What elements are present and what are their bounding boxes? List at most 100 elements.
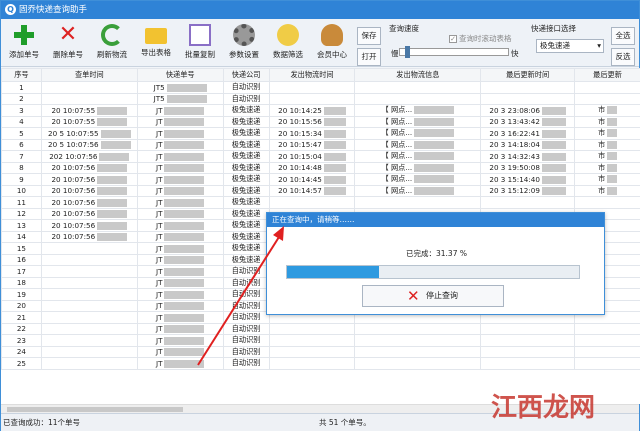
redacted-blur — [324, 164, 346, 172]
column-header[interactable]: 快递单号 — [137, 69, 223, 82]
cell-text: 20 10:07:56 — [51, 232, 95, 241]
add-number-button[interactable]: 添加单号 — [3, 22, 45, 64]
table-row[interactable]: 1120 10:07:56JT极兔速递 — [2, 197, 640, 209]
redacted-blur — [164, 199, 204, 207]
table-header-row: 序号查单时间快递单号快递公司发出物流时间发出物流信息最后更新时间最后更新 — [2, 69, 640, 82]
table-cell: 20 3 15:12:09 — [481, 185, 575, 197]
cell-text: 20 10:07:56 — [51, 198, 95, 207]
cell-text: JT — [156, 359, 163, 368]
cell-text: 19 — [17, 290, 26, 299]
table-cell: 【 网点... — [355, 185, 481, 197]
api-select[interactable]: 极兔速递 — [536, 39, 604, 53]
table-cell — [41, 346, 137, 358]
table-row[interactable]: 320 10:07:55JT极兔速递20 10:14:25【 网点...20 3… — [2, 105, 640, 117]
batch-copy-button[interactable]: 批量复制 — [179, 22, 221, 64]
cell-text: 极兔速递 — [232, 232, 261, 241]
table-cell: 极兔速递 — [223, 151, 269, 163]
table-cell: 13 — [2, 220, 42, 232]
redacted-blur — [164, 314, 204, 322]
redacted-blur — [164, 268, 204, 276]
settings-button[interactable]: 参数设置 — [223, 22, 265, 64]
column-header[interactable]: 快递公司 — [223, 69, 269, 82]
cell-text: 13 — [17, 221, 26, 230]
cell-text: JT — [156, 175, 163, 184]
cell-text: JT — [156, 198, 163, 207]
speed-slider[interactable] — [399, 48, 509, 56]
column-header[interactable]: 最后更新时间 — [481, 69, 575, 82]
table-row[interactable]: 2JT5自动识别 — [2, 93, 640, 105]
save-button[interactable]: 保存 — [357, 27, 381, 45]
refresh-logistics-button[interactable]: 刷新物流 — [91, 22, 133, 64]
table-cell: 20 5 10:07:56 — [41, 139, 137, 151]
export-table-button[interactable]: 导出表格 — [135, 22, 177, 64]
cell-text: 极兔速递 — [232, 209, 261, 218]
cell-text: 11 — [17, 198, 26, 207]
cell-text: 20 10:15:56 — [278, 117, 322, 126]
table-row[interactable]: 22JT自动识别 — [2, 323, 640, 335]
table-cell — [269, 93, 355, 105]
redacted-blur — [324, 118, 346, 126]
table-row[interactable]: 25JT自动识别 — [2, 358, 640, 370]
cell-text: 20 10:07:56 — [51, 186, 95, 195]
delete-x-icon: ✕ — [57, 24, 79, 46]
table-row[interactable]: 420 10:07:55JT极兔速递20 10:15:56【 网点...20 3… — [2, 116, 640, 128]
redacted-blur — [164, 222, 204, 230]
filter-icon — [277, 24, 299, 46]
data-filter-button[interactable]: 数据筛选 — [267, 22, 309, 64]
cell-text: JT — [156, 255, 163, 264]
column-header[interactable]: 发出物流时间 — [269, 69, 355, 82]
table-row[interactable]: 24JT自动识别 — [2, 346, 640, 358]
cell-text: 极兔速递 — [232, 117, 261, 126]
table-row[interactable]: 7202 10:07:56JT极兔速递20 10:15:04【 网点...20 … — [2, 151, 640, 163]
cell-text: JT5 — [154, 83, 165, 92]
redacted-blur — [607, 187, 617, 195]
redacted-blur — [97, 210, 127, 218]
table-cell: 极兔速递 — [223, 243, 269, 255]
member-center-button[interactable]: 会员中心 — [311, 22, 353, 64]
table-row[interactable]: 620 5 10:07:56JT极兔速递20 10:15:47【 网点...20… — [2, 139, 640, 151]
table-row[interactable]: 1020 10:07:56JT极兔速递20 10:14:57【 网点...20 … — [2, 185, 640, 197]
delete-number-button[interactable]: ✕删除单号 — [47, 22, 89, 64]
table-row[interactable]: 23JT自动识别 — [2, 335, 640, 347]
table-cell: 20 10:07:56 — [41, 208, 137, 220]
select-all-button[interactable]: 全选 — [611, 27, 635, 45]
redacted-blur — [167, 84, 207, 92]
table-cell: 极兔速递 — [223, 254, 269, 266]
table-cell: 20 10:07:56 — [41, 174, 137, 186]
table-cell: 22 — [2, 323, 42, 335]
scrollbar-thumb[interactable] — [7, 407, 183, 412]
cell-text: 市 — [598, 128, 605, 137]
column-header[interactable]: 查单时间 — [41, 69, 137, 82]
redacted-blur — [414, 187, 454, 195]
member-icon — [321, 24, 343, 46]
table-cell: 自动识别 — [223, 358, 269, 370]
cell-text: 20 10:15:34 — [278, 129, 322, 138]
column-header[interactable]: 最后更新 — [575, 69, 640, 82]
table-cell: 自动识别 — [223, 82, 269, 94]
table-row[interactable]: 1JT5自动识别 — [2, 82, 640, 94]
column-header[interactable]: 发出物流信息 — [355, 69, 481, 82]
cell-text: 14 — [17, 232, 26, 241]
stop-query-button[interactable]: ✕ 停止查询 — [362, 285, 504, 307]
cell-text: 15 — [17, 244, 26, 253]
table-row[interactable]: 520 5 10:07:55JT极兔速递20 10:15:34【 网点...20… — [2, 128, 640, 140]
table-cell — [41, 289, 137, 301]
cell-text: 极兔速递 — [232, 140, 261, 149]
cell-text: 极兔速递 — [232, 255, 261, 264]
redacted-blur — [164, 164, 204, 172]
add-number-label: 添加单号 — [9, 50, 39, 59]
table-row[interactable]: 820 10:07:56JT极兔速递20 10:14:48【 网点...20 3… — [2, 162, 640, 174]
cell-text: 20 — [17, 301, 26, 310]
invert-select-button[interactable]: 反选 — [611, 48, 635, 66]
open-button[interactable]: 打开 — [357, 48, 381, 66]
table-cell — [269, 346, 355, 358]
speed-slider-thumb[interactable] — [405, 46, 410, 58]
slow-label: 慢 — [391, 48, 399, 59]
scroll-table-checkbox[interactable]: ✓ — [449, 35, 457, 43]
table-row[interactable]: 920 10:07:56JT极兔速递20 10:14:45【 网点...20 3… — [2, 174, 640, 186]
scroll-table-option[interactable]: ✓查询时滚动表格 — [449, 33, 512, 44]
column-header[interactable]: 序号 — [2, 69, 42, 82]
redacted-blur — [542, 187, 566, 195]
table-cell: JT — [137, 151, 223, 163]
dialog-title: 正在查询中，请稍等…… — [267, 213, 604, 227]
